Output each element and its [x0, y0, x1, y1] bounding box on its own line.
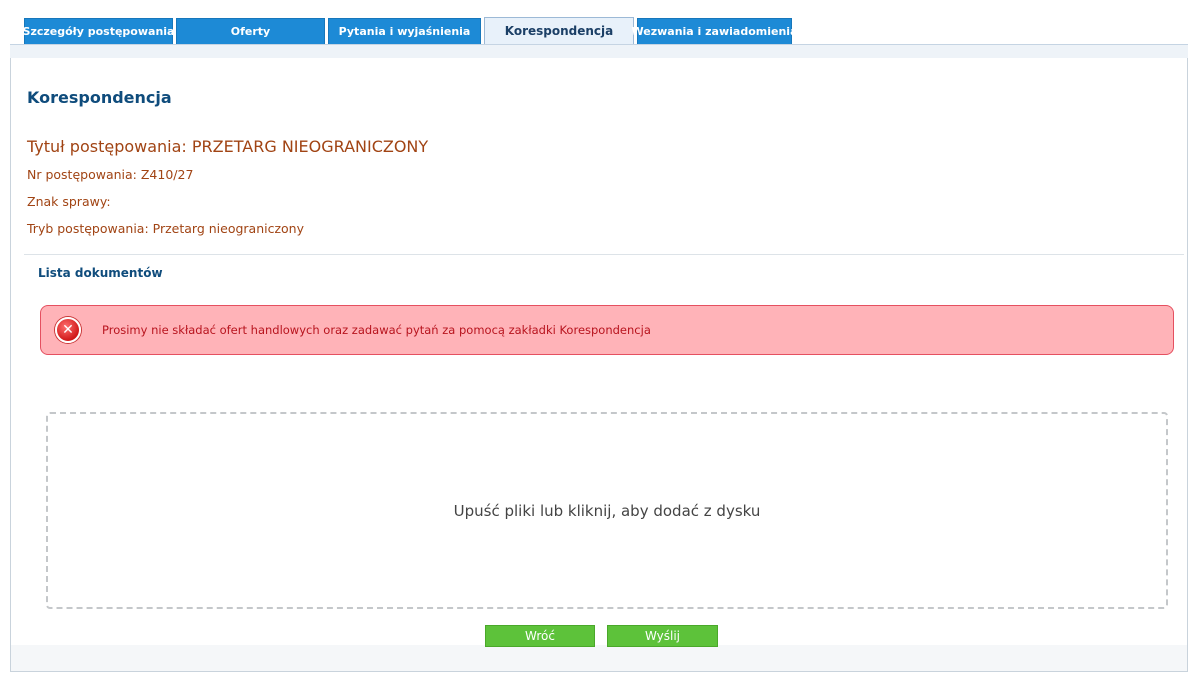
tab-oferty[interactable]: Oferty	[176, 18, 325, 44]
alert-message: Prosimy nie składać ofert handlowych ora…	[102, 323, 651, 337]
tab-szczegoly-postepowania[interactable]: Szczegóły postępowania	[23, 18, 174, 44]
procedure-mode: Tryb postępowania: Przetarg nieograniczo…	[27, 221, 304, 236]
tab-bar: Szczegóły postępowania Oferty Pytania i …	[23, 17, 798, 44]
tab-korespondencja[interactable]: Korespondencja	[484, 17, 634, 44]
back-button[interactable]: Wróć	[485, 625, 595, 647]
file-dropzone[interactable]: Upuść pliki lub kliknij, aby dodać z dys…	[46, 412, 1168, 609]
error-alert: ✕ Prosimy nie składać ofert handlowych o…	[40, 305, 1174, 355]
case-sign: Znak sprawy:	[27, 194, 111, 209]
error-x-icon: ✕	[55, 317, 81, 343]
tab-bar-underline	[10, 44, 1188, 58]
document-list-link[interactable]: Lista dokumentów	[38, 266, 163, 280]
page-title: Korespondencja	[27, 88, 172, 107]
procedure-number: Nr postępowania: Z410/27	[27, 167, 194, 182]
tab-wezwania-i-zawiadomienia[interactable]: Wezwania i zawiadomienia	[632, 18, 798, 44]
dropzone-label: Upuść pliki lub kliknij, aby dodać z dys…	[453, 501, 761, 520]
send-button[interactable]: Wyślij	[607, 625, 718, 647]
procedure-title: Tytuł postępowania: PRZETARG NIEOGRANICZ…	[27, 137, 429, 156]
tab-pytania-i-wyjasnienia[interactable]: Pytania i wyjaśnienia	[328, 18, 481, 44]
divider	[24, 254, 1184, 255]
panel-footer-background	[11, 645, 1187, 671]
